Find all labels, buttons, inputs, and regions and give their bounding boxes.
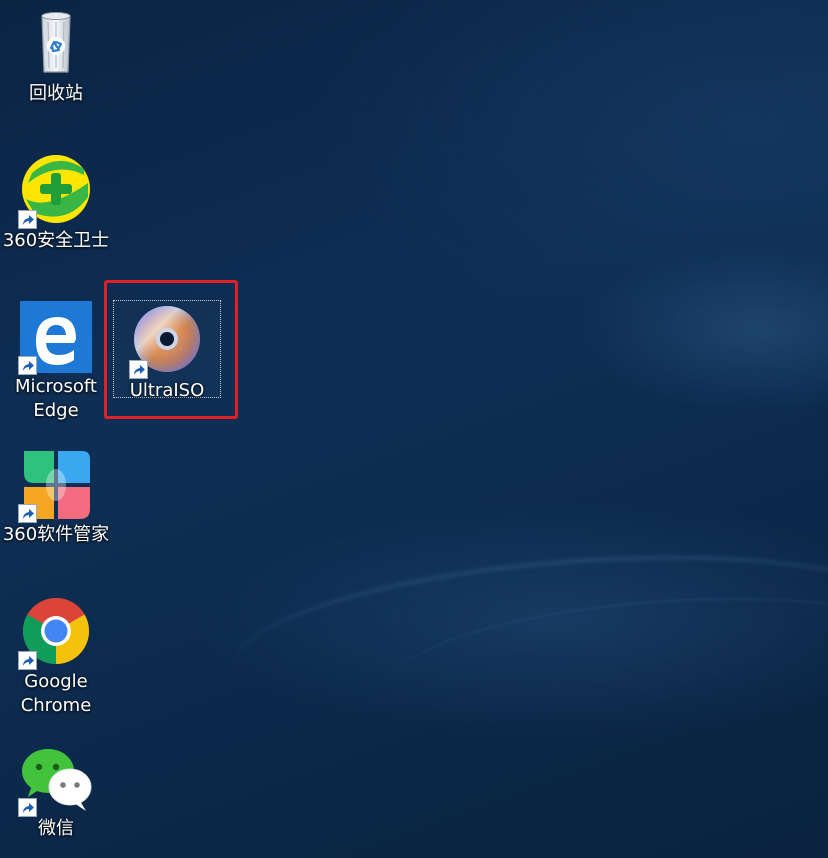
shortcut-arrow-icon (129, 360, 148, 379)
recycle-bin-icon (18, 6, 94, 82)
desktop-icon-ultraiso[interactable]: UltraISO (113, 300, 223, 401)
shortcut-arrow-icon (18, 504, 37, 523)
desktop-icon-label: 回收站 (29, 83, 83, 104)
360-safe-icon (18, 153, 94, 229)
desktop-icon-360-safe[interactable]: 360安全卫士 (1, 153, 111, 253)
shortcut-arrow-icon (18, 798, 37, 817)
ultraiso-disc-icon (129, 303, 205, 379)
desktop-icon-360-software-manager[interactable]: 360软件管家 (1, 447, 111, 547)
shortcut-arrow-icon (18, 651, 37, 670)
wallpaper-light-streak (376, 584, 828, 777)
shortcut-arrow-icon (18, 210, 37, 229)
360-software-manager-icon (18, 447, 94, 523)
desktop-icon-wechat[interactable]: 微信 (1, 741, 111, 841)
wallpaper-light-streak (224, 535, 828, 757)
edge-icon (18, 299, 94, 375)
desktop-icon-label: Microsoft Edge (15, 376, 97, 421)
desktop-icon-label: 微信 (38, 818, 74, 839)
selection-frame: UltraISO (113, 300, 221, 401)
desktop-icon-label: Google Chrome (20, 671, 92, 716)
desktop-icon-recycle-bin[interactable]: 回收站 (1, 6, 111, 106)
desktop-icon-label: 360软件管家 (2, 524, 110, 545)
desktop-icon-microsoft-edge[interactable]: Microsoft Edge (1, 299, 111, 423)
shortcut-arrow-icon (18, 356, 37, 375)
desktop-icon-google-chrome[interactable]: Google Chrome (1, 594, 111, 718)
desktop-icon-label: 360安全卫士 (2, 230, 110, 251)
desktop-icon-label: UltraISO (129, 380, 205, 401)
wechat-icon (18, 741, 94, 817)
chrome-icon (18, 594, 94, 670)
